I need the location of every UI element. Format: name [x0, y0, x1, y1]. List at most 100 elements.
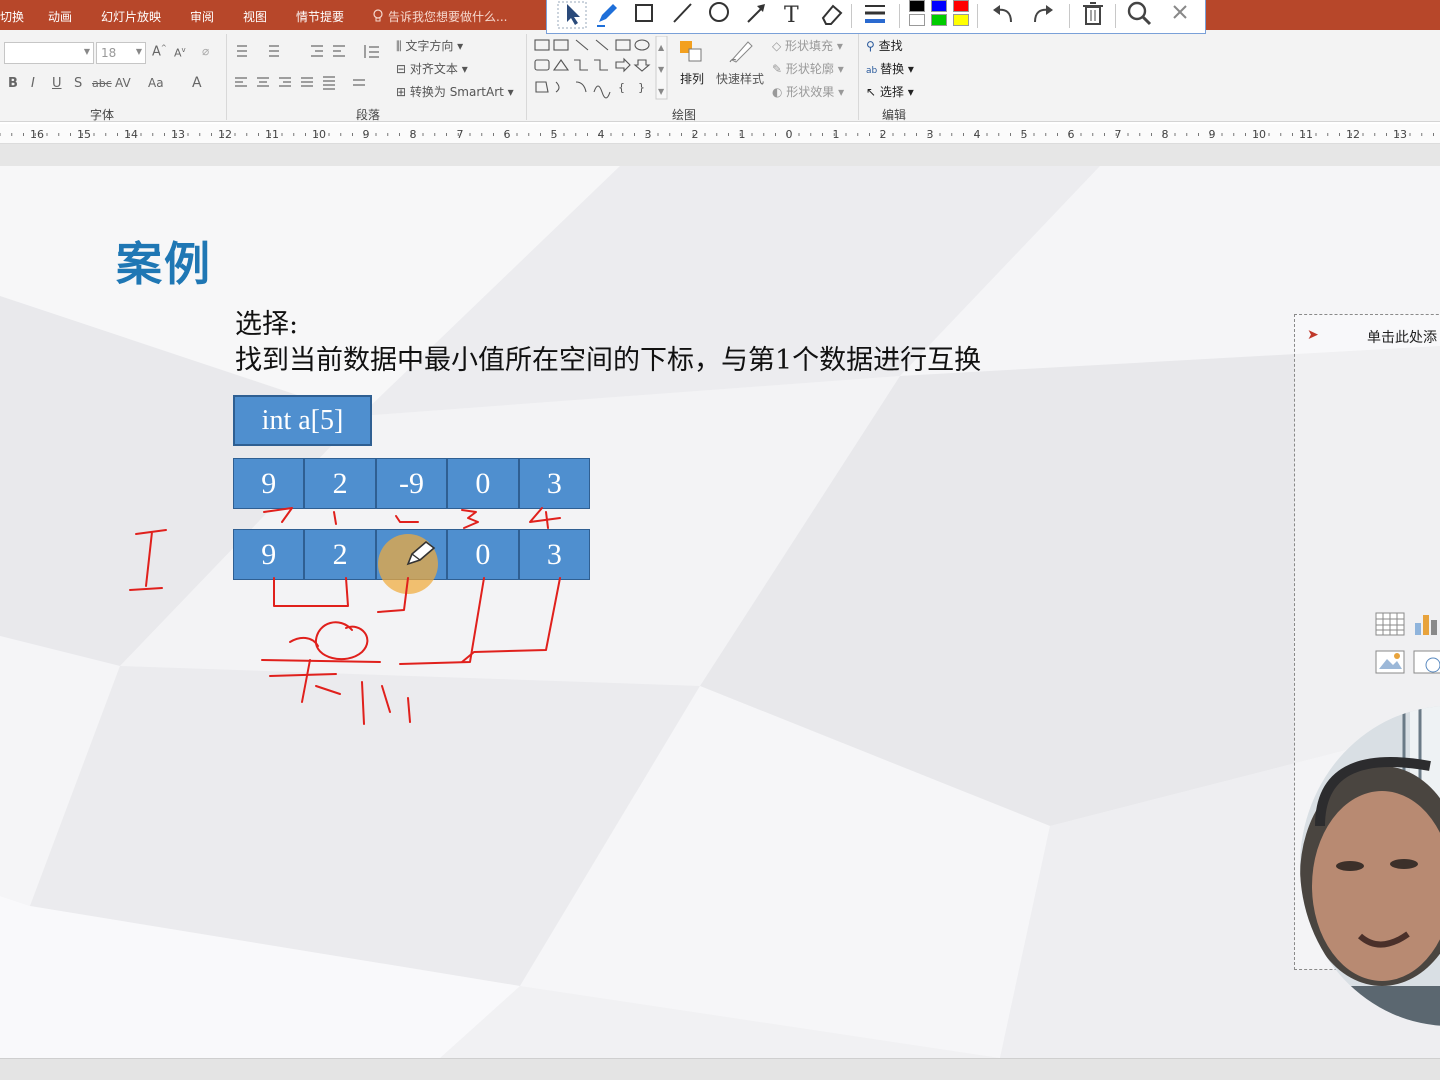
font-group-label: 字体 [90, 108, 115, 122]
placeholder-text[interactable]: 单击此处添 [1367, 327, 1437, 347]
ruler-label: 13 [1393, 128, 1407, 141]
tab-review[interactable]: 审阅 [190, 8, 214, 25]
tab-slideshow[interactable]: 幻灯片放映 [101, 8, 161, 25]
font-name-input[interactable]: ▼ [4, 42, 94, 64]
redo-icon[interactable] [1029, 0, 1057, 30]
ruler-label: 7 [457, 128, 464, 141]
lightbulb-icon [373, 9, 383, 22]
tab-storyboard[interactable]: 情节提要 [296, 8, 344, 25]
convert-smartart-label: 转换为 SmartArt [409, 85, 504, 99]
text-icon[interactable]: T [779, 0, 807, 30]
undo-icon[interactable] [989, 0, 1017, 30]
horizontal-ruler[interactable]: 16 15 14 13 12 11 10 9 8 7 6 5 4 3 2 1 0 1 2 3 4 5 6 7 8 9 10 11 12 1… [0, 124, 1440, 144]
arrow-icon[interactable] [743, 0, 771, 30]
rectangle-icon[interactable] [631, 0, 659, 30]
pen-cursor-icon [406, 540, 436, 566]
tab-animations[interactable]: 动画 [48, 8, 72, 25]
color-swatch[interactable] [909, 14, 925, 26]
italic-button[interactable]: I [31, 76, 35, 91]
slide-body-line-1[interactable]: 选择: [235, 302, 298, 341]
bold-button[interactable]: B [8, 76, 18, 91]
underline-button[interactable]: U [52, 76, 62, 91]
svg-text:}: } [638, 81, 645, 94]
find-label: 查找 [878, 39, 903, 53]
toolbar-divider [1115, 4, 1116, 28]
color-swatch[interactable] [953, 0, 969, 12]
grow-font-icon[interactable]: A^ [152, 44, 167, 59]
ruler-label: 4 [598, 128, 605, 141]
trash-icon[interactable] [1079, 0, 1107, 30]
close-icon[interactable] [1167, 0, 1193, 30]
strikethrough-button[interactable]: abc [92, 77, 112, 90]
ruler-label: 8 [410, 128, 417, 141]
array-cell[interactable]: 3 [518, 529, 591, 580]
shrink-font-icon[interactable]: Av [174, 46, 186, 60]
ruler-label: 14 [124, 128, 138, 141]
group-divider [526, 34, 527, 120]
array-declaration-box[interactable]: int a[5] [233, 395, 372, 446]
color-swatch[interactable] [909, 0, 925, 12]
line-width-icon[interactable] [861, 0, 891, 30]
shape-fill-button[interactable]: ◇ 形状填充 ▾ [772, 37, 843, 54]
shape-effects-button[interactable]: ◐ 形状效果 ▾ [772, 83, 844, 100]
pen-icon[interactable] [593, 0, 621, 30]
text-direction-button[interactable]: ⫼ 文字方向 ▾ [396, 37, 463, 54]
array-cell[interactable]: 0 [447, 529, 519, 580]
ruler-label: 11 [1299, 128, 1313, 141]
change-case-button[interactable]: Aa [148, 76, 164, 90]
svg-text:▼: ▼ [658, 87, 665, 96]
array-cell[interactable]: -9 [375, 458, 448, 509]
shape-outline-button[interactable]: ✎ 形状轮廓 ▾ [772, 60, 844, 77]
ribbon: ▼ 18 ▼ A^ Av ⌀ B I U S abc AV Aa A 字体 ⫼ … [0, 30, 1440, 122]
ruler-label: 0 [786, 128, 793, 141]
convert-smartart-button[interactable]: ⊞ 转换为 SmartArt ▾ [396, 83, 514, 100]
ruler-label: 10 [312, 128, 326, 141]
tab-transitions[interactable]: 切换 [0, 8, 24, 25]
slide-background-pattern [0, 166, 1440, 1058]
array-cell[interactable]: 9 [233, 529, 305, 580]
font-color-button[interactable]: A [192, 75, 202, 91]
array-cell[interactable]: 2 [304, 529, 376, 580]
slide-canvas[interactable]: 案例 选择: 找到当前数据中最小值所在空间的下标，与第1个数据进行互换 int … [0, 166, 1440, 1058]
replace-button[interactable]: ab 替换 ▾ [866, 60, 914, 77]
array-cell[interactable]: 3 [518, 458, 591, 509]
shape-outline-label: 形状轮廓 [785, 62, 834, 76]
find-button[interactable]: ⚲ 查找 [866, 37, 903, 54]
quick-styles-button[interactable]: 快速样式 [716, 70, 764, 87]
tab-view[interactable]: 视图 [243, 8, 267, 25]
slide-body-line-2[interactable]: 找到当前数据中最小值所在空间的下标，与第1个数据进行互换 [235, 338, 981, 377]
array-cell[interactable]: 9 [233, 458, 305, 509]
font-size-input[interactable]: 18 ▼ [96, 42, 146, 64]
ruler-label: 7 [1115, 128, 1122, 141]
ruler-label: 6 [1068, 128, 1075, 141]
char-spacing-button[interactable]: AV [115, 76, 131, 90]
select-button[interactable]: ↖ 选择 ▾ [866, 83, 914, 100]
align-buttons-icon[interactable] [233, 74, 383, 94]
clear-format-icon[interactable]: ⌀ [202, 44, 209, 58]
tell-me-search[interactable]: 告诉我您想要做什么... [372, 8, 507, 25]
color-swatch[interactable] [931, 14, 947, 26]
eraser-icon[interactable] [817, 0, 845, 30]
array-cell[interactable]: 2 [304, 458, 376, 509]
ellipse-icon[interactable] [705, 0, 733, 30]
shadow-button[interactable]: S [74, 76, 82, 91]
insert-picture-icon[interactable] [1375, 649, 1405, 677]
insert-chart-icon[interactable] [1413, 611, 1440, 637]
line-icon[interactable] [669, 0, 697, 30]
zoom-icon[interactable] [1125, 0, 1155, 30]
slide-title[interactable]: 案例 [116, 228, 212, 294]
arrange-button[interactable]: 排列 [680, 70, 704, 87]
select-arrow-icon[interactable] [555, 0, 589, 30]
align-text-button[interactable]: ⊟ 对齐文本 ▾ [396, 60, 468, 77]
list-buttons-icon[interactable] [233, 42, 383, 62]
group-divider [226, 34, 227, 120]
insert-table-icon[interactable] [1375, 611, 1405, 637]
chevron-down-icon: ▼ [135, 47, 142, 56]
color-swatch[interactable] [931, 0, 947, 12]
cursor-icon: ↖ [866, 85, 880, 99]
shapes-gallery[interactable]: {} ▲ ▼ ▼ [532, 36, 668, 100]
array-cell[interactable]: 0 [447, 458, 519, 509]
toolbar-divider [977, 4, 978, 28]
color-swatch[interactable] [953, 14, 969, 26]
insert-online-picture-icon[interactable] [1413, 649, 1440, 677]
